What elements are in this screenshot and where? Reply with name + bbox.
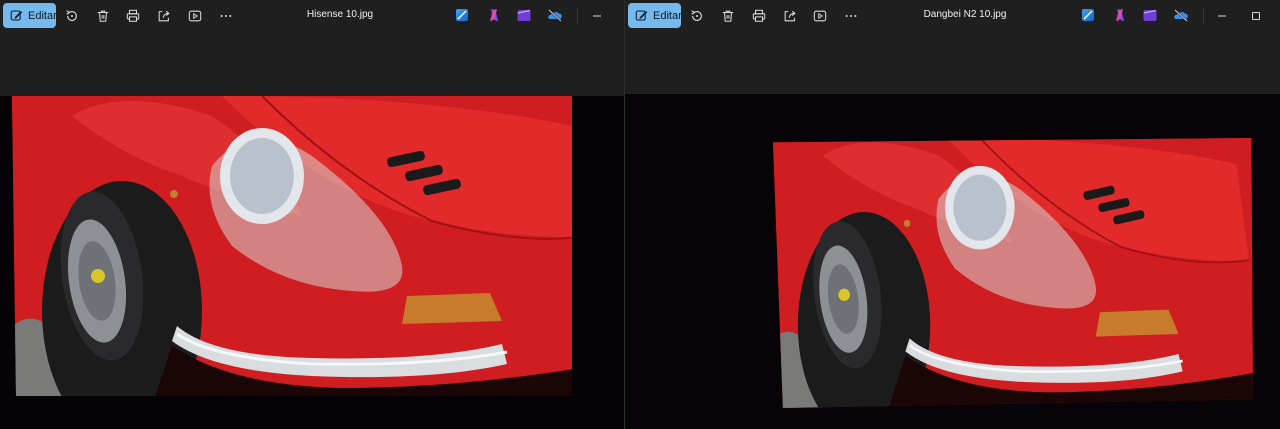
onedrive-icon	[548, 9, 562, 22]
maximize-button[interactable]	[1246, 6, 1266, 26]
car-photo	[12, 96, 592, 406]
onedrive-app-button[interactable]	[1173, 7, 1189, 23]
slideshow-button[interactable]	[186, 7, 204, 25]
copilot-icon	[1116, 9, 1124, 21]
print-icon	[126, 9, 140, 22]
share-button[interactable]	[155, 7, 173, 25]
photo-editor-icon	[456, 9, 468, 21]
edit-pen-icon	[635, 10, 648, 21]
share-icon	[784, 10, 796, 22]
toolbar-right: Editar Dangbei N2 10.jpg	[625, 0, 1280, 32]
print-icon	[752, 9, 766, 22]
photo-editor-app-button[interactable]	[1080, 7, 1096, 23]
photos-window-left: Editar Hisense 10.jpg	[0, 0, 624, 429]
edit-button-label: Editar	[653, 9, 682, 22]
more-button[interactable]	[217, 7, 235, 25]
delete-icon	[722, 10, 734, 22]
more-icon	[845, 14, 857, 18]
clipchamp-app-button[interactable]	[1142, 7, 1158, 23]
image-viewer-canvas[interactable]	[0, 96, 624, 429]
image-viewer-canvas[interactable]	[625, 94, 1280, 429]
rotate-button[interactable]	[688, 7, 706, 25]
onedrive-app-button[interactable]	[547, 7, 563, 23]
slideshow-icon	[813, 10, 827, 22]
clipchamp-icon	[517, 9, 531, 21]
slideshow-icon	[188, 10, 202, 22]
edit-button-label: Editar	[28, 9, 57, 22]
edit-pen-icon	[10, 10, 23, 21]
rotate-icon	[691, 10, 702, 21]
toolbar-separator	[577, 8, 578, 24]
slideshow-button[interactable]	[811, 7, 829, 25]
photos-window-right: Editar Dangbei N2 10.jpg	[625, 0, 1280, 429]
onedrive-icon	[1174, 9, 1188, 22]
toolbar-separator	[1203, 8, 1204, 24]
edit-button[interactable]: Editar	[3, 3, 57, 28]
copilot-app-button[interactable]	[486, 7, 502, 23]
photo-editor-app-button[interactable]	[454, 7, 470, 23]
file-title: Dangbei N2 10.jpg	[923, 9, 1007, 20]
edit-button[interactable]: Editar	[628, 3, 682, 28]
minimize-icon	[593, 15, 601, 17]
toolbar-left: Editar Hisense 10.jpg	[0, 0, 624, 32]
rotate-icon	[66, 10, 77, 21]
share-icon	[158, 10, 170, 22]
print-button[interactable]	[750, 7, 768, 25]
delete-icon	[97, 10, 109, 22]
minimize-button[interactable]	[587, 6, 607, 26]
maximize-icon	[1252, 12, 1260, 20]
delete-button[interactable]	[94, 7, 112, 25]
copilot-app-button[interactable]	[1112, 7, 1128, 23]
more-icon	[220, 14, 232, 18]
rotate-button[interactable]	[63, 7, 81, 25]
car-photo	[773, 138, 1253, 408]
more-button[interactable]	[842, 7, 860, 25]
share-button[interactable]	[781, 7, 799, 25]
copilot-icon	[490, 9, 498, 21]
clipchamp-icon	[1143, 9, 1157, 21]
file-title: Hisense 10.jpg	[306, 9, 374, 20]
delete-button[interactable]	[719, 7, 737, 25]
minimize-icon	[1218, 15, 1226, 17]
clipchamp-app-button[interactable]	[516, 7, 532, 23]
print-button[interactable]	[124, 7, 142, 25]
minimize-button[interactable]	[1212, 6, 1232, 26]
photo-editor-icon	[1082, 9, 1094, 21]
